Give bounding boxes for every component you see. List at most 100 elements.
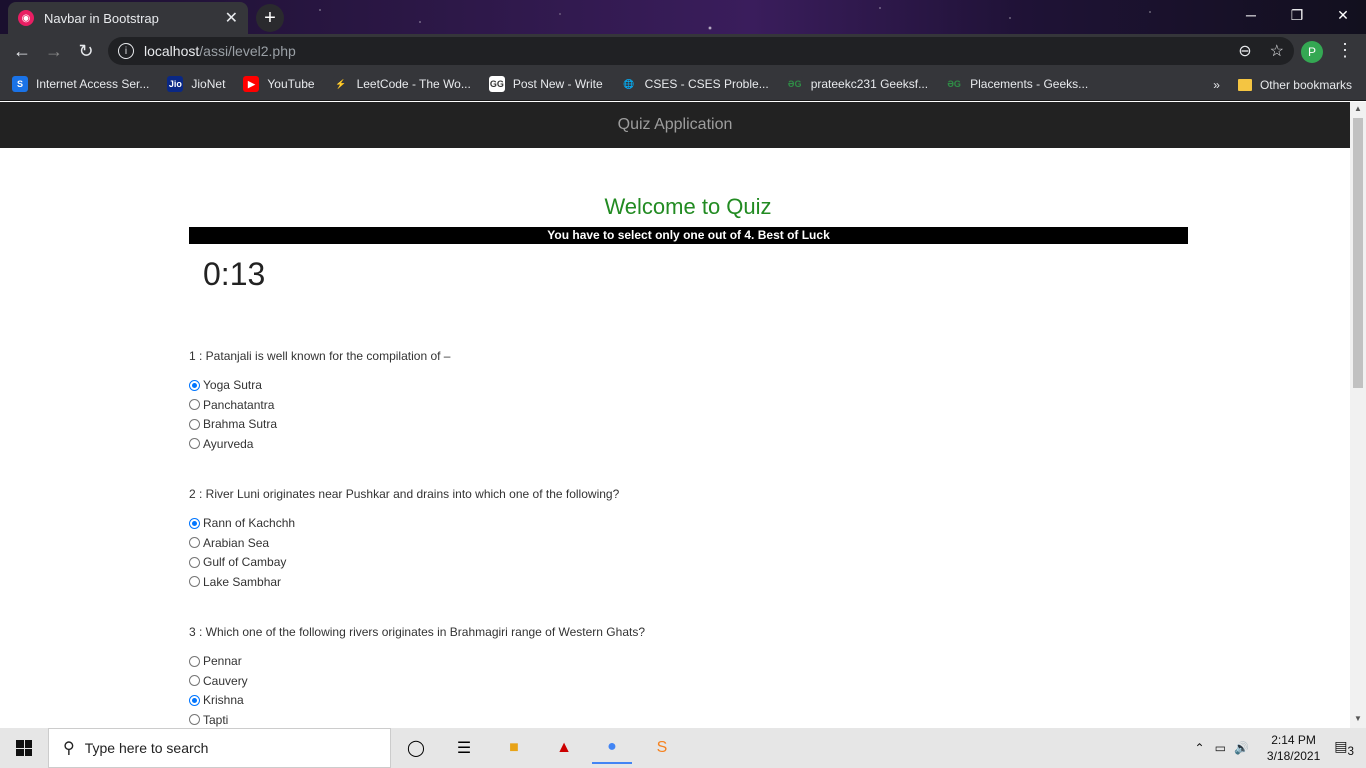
taskbar-clock[interactable]: 2:14 PM 3/18/2021 [1267,732,1320,764]
answer-option[interactable]: Pennar [189,654,242,668]
cortana-icon[interactable]: ◯ [396,732,436,764]
option-label: Cauvery [203,673,248,688]
bookmark-star-icon[interactable]: ☆ [1270,41,1284,61]
tab-title: Navbar in Bootstrap [44,10,159,26]
navbar-brand[interactable]: Quiz Application [618,116,733,134]
gfg-icon: GG [488,76,505,92]
forward-arrow-icon[interactable]: → [38,36,70,66]
radio-button[interactable] [189,399,200,410]
radio-button[interactable] [189,675,200,686]
window-close-button[interactable]: ✕ [1320,0,1366,30]
bookmark-label: Internet Access Ser... [36,77,150,91]
option-label: Brahma Sutra [203,417,278,431]
page-scrollbar[interactable]: ▲ ▼ [1350,102,1366,728]
address-bar[interactable]: i localhost/assi/level2.php ⊖ ☆ [108,37,1294,65]
start-button[interactable] [0,728,48,768]
chrome-icon[interactable]: ● [592,732,632,764]
notification-center-icon[interactable]: ▤3 [1334,738,1354,758]
windows-logo-icon [16,740,32,756]
option-label: Krishna [203,693,244,707]
browser-menu-icon[interactable]: ⋮ [1336,40,1354,61]
search-icon: ⚲ [63,740,75,757]
radio-button[interactable] [189,517,200,529]
scroll-up-icon[interactable]: ▲ [1354,104,1362,113]
radio-button[interactable] [189,655,200,667]
system-tray: ⌃ ▭ 🔊 2:14 PM 3/18/2021 ▤3 [1195,728,1366,768]
bookmark-item[interactable]: 🌐 CSES - CSES Proble... [620,76,769,92]
windows-taskbar: ⚲ Type here to search ◯ ☰ ■ ▲ ● S ⌃ ▭ 🔊 … [0,728,1366,768]
reload-icon[interactable]: ↻ [70,36,102,66]
option-label: Arabian Sea [203,535,270,550]
jio-icon: Jio [167,76,184,92]
scroll-down-icon[interactable]: ▼ [1354,714,1362,723]
zoom-icon[interactable]: ⊖ [1238,41,1251,61]
answer-option[interactable]: Gulf of Cambay [189,555,286,569]
answer-option[interactable]: Yoga Sutra [189,378,262,392]
url-path: /assi/level2.php [199,43,296,59]
other-bookmarks-label[interactable]: Other bookmarks [1260,78,1352,92]
restore-button[interactable]: ❐ [1274,0,1320,30]
radio-button[interactable] [189,556,200,568]
radio-button[interactable] [189,537,200,548]
bookmark-item[interactable]: Jio JioNet [167,76,225,92]
notification-count: 3 [1347,744,1354,758]
bookmark-label: CSES - CSES Proble... [644,77,769,91]
page-viewport: Quiz Application Welcome to Quiz You hav… [0,102,1350,728]
answer-option[interactable]: Cauvery [189,674,248,688]
answer-option[interactable]: Krishna [189,693,244,707]
browser-toolbar: ← → ↻ i localhost/assi/level2.php ⊖ ☆ [0,34,1366,68]
url-host: localhost [144,43,200,59]
s-icon: S [12,76,28,92]
answer-option[interactable]: Tapti [189,713,228,727]
site-info-icon[interactable]: i [118,43,134,59]
volume-icon[interactable]: 🔊 [1234,741,1249,755]
bookmark-item[interactable]: GG Post New - Write [488,76,603,92]
task-view-icon[interactable]: ☰ [444,732,484,764]
answer-option[interactable]: Lake Sambhar [189,575,281,589]
new-tab-button[interactable]: + [256,4,284,32]
radio-button[interactable] [189,418,200,430]
more-bookmarks-chevron-icon[interactable]: » [1213,78,1220,92]
answer-option[interactable]: Brahma Sutra [189,417,277,431]
profile-avatar[interactable]: P [1301,41,1323,63]
radio-button[interactable] [189,438,200,449]
taskbar-search-box[interactable]: ⚲ Type here to search [48,728,391,768]
clock-time: 2:14 PM [1271,733,1316,747]
browser-tab[interactable]: ◉ Navbar in Bootstrap ✕ [8,2,248,34]
file-explorer-icon[interactable]: ■ [494,732,534,764]
answer-option[interactable]: Ayurveda [189,437,253,451]
scrollbar-thumb[interactable] [1353,118,1363,388]
app-navbar: Quiz Application [0,102,1350,148]
bookmark-item[interactable]: ▶ YouTube [243,76,315,92]
tray-chevron-icon[interactable]: ⌃ [1195,741,1205,755]
sublime-text-icon[interactable]: S [642,732,682,764]
acrobat-icon[interactable]: ▲ [544,732,584,764]
radio-button[interactable] [189,714,200,725]
option-label: Lake Sambhar [203,574,282,589]
bookmark-item[interactable]: ƏG prateekc231 Geeksf... [786,76,928,92]
folder-icon [1237,78,1252,91]
option-label: Pennar [203,654,242,668]
option-label: Yoga Sutra [203,378,262,392]
question-text: 1 : Patanjali is well known for the comp… [189,349,451,363]
answer-option[interactable]: Arabian Sea [189,536,269,550]
countdown-timer: 0:13 [203,256,266,292]
tab-close-icon[interactable]: ✕ [225,8,238,28]
bookmark-label: JioNet [191,77,226,91]
back-arrow-icon[interactable]: ← [6,36,38,66]
clock-date: 3/18/2021 [1266,749,1321,763]
bookmark-item[interactable]: ⚡ LeetCode - The Wo... [332,76,471,92]
radio-button[interactable] [189,694,200,706]
option-label: Rann of Kachchh [203,516,296,530]
minimize-button[interactable]: ─ [1228,0,1274,30]
bookmark-item[interactable]: S Internet Access Ser... [12,76,149,92]
bookmark-item[interactable]: ƏG Placements - Geeks... [946,76,1088,92]
battery-icon[interactable]: ▭ [1215,741,1226,755]
radio-button[interactable] [189,576,200,587]
answer-option[interactable]: Panchatantra [189,398,274,412]
answer-option[interactable]: Rann of Kachchh [189,516,295,530]
radio-button[interactable] [189,379,200,391]
browser-titlebar: ◉ Navbar in Bootstrap ✕ + ─ ❐ ✕ [0,0,1366,34]
gfg-green-icon: ƏG [786,76,803,92]
search-placeholder: Type here to search [84,740,209,756]
